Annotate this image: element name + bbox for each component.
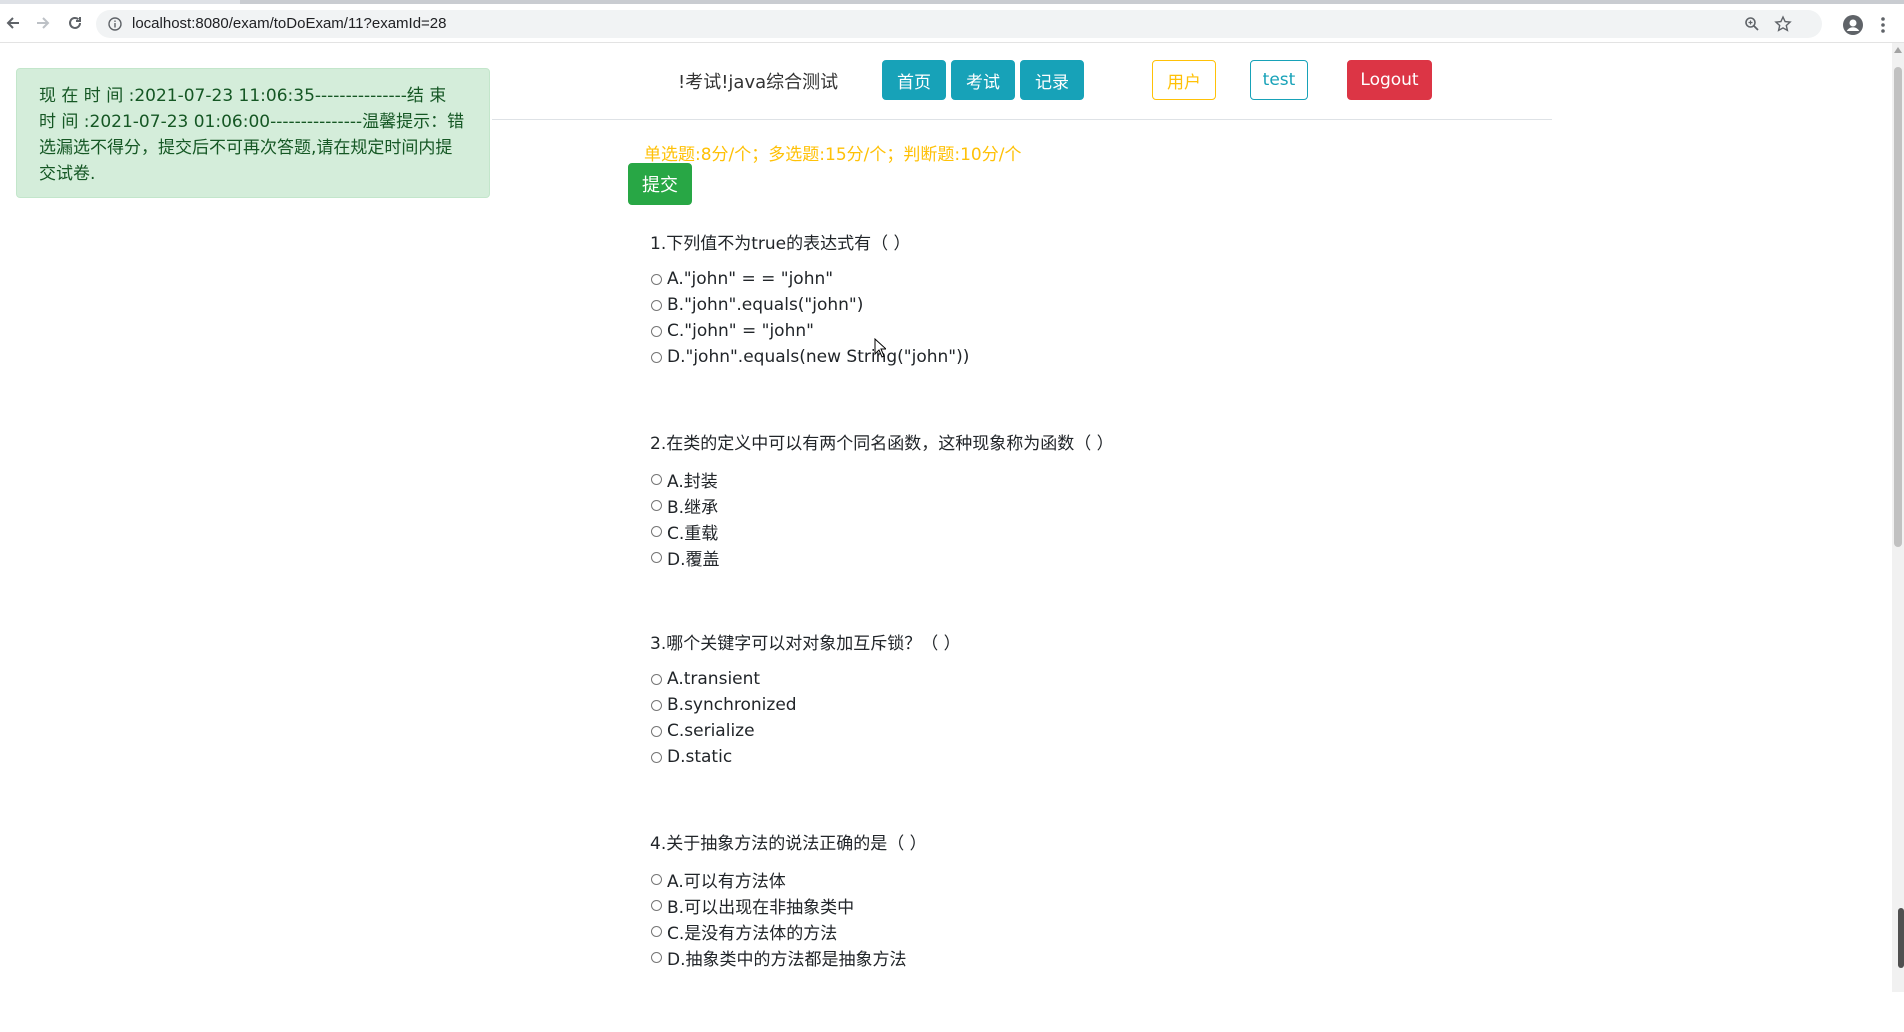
nav-user-button[interactable]: 用户	[1152, 60, 1216, 100]
forward-button[interactable]	[30, 10, 56, 36]
option-1a[interactable]: A."john" = = "john"	[650, 266, 1550, 292]
option-4b[interactable]: B.可以出现在非抽象类中	[650, 892, 1550, 918]
option-label: B.synchronized	[667, 695, 797, 715]
radio-button[interactable]	[651, 351, 662, 363]
radio-button[interactable]	[651, 899, 662, 911]
option-3d[interactable]: D.static	[650, 744, 1550, 770]
scroll-thumb[interactable]	[1894, 67, 1902, 547]
question-text: 2.在类的定义中可以有两个同名函数，这种现象称为函数（ ）	[650, 434, 1114, 454]
address-bar[interactable]: localhost:8080/exam/toDoExam/11?examId=2…	[96, 10, 1822, 38]
option-label: A.可以有方法体	[667, 871, 786, 892]
radio-button[interactable]	[651, 673, 662, 685]
option-3a[interactable]: A.transient	[650, 666, 1550, 692]
radio-button[interactable]	[651, 551, 662, 563]
radio-button[interactable]	[651, 725, 662, 737]
option-4a[interactable]: A.可以有方法体	[650, 866, 1550, 892]
radio-button[interactable]	[651, 951, 662, 963]
exam-title: !考试!java综合测试	[678, 72, 839, 93]
scroll-up-arrow-icon[interactable]	[1894, 47, 1902, 53]
option-4d[interactable]: D.抽象类中的方法都是抽象方法	[650, 944, 1550, 970]
option-1b[interactable]: B."john".equals("john")	[650, 292, 1550, 318]
time-notice-alert: 现 在 时 间 :2021-07-23 11:06:35------------…	[16, 68, 490, 198]
nav-records-button[interactable]: 记录	[1020, 60, 1084, 100]
time-notice-text: 现 在 时 间 :2021-07-23 11:06:35------------…	[39, 86, 465, 184]
option-label: B.可以出现在非抽象类中	[667, 897, 855, 918]
zoom-icon[interactable]	[1744, 16, 1760, 32]
option-label: C.serialize	[667, 721, 755, 741]
test-user-button[interactable]: test	[1250, 60, 1308, 100]
radio-button[interactable]	[651, 925, 662, 937]
header-divider	[492, 119, 1552, 120]
option-1c[interactable]: C."john" = "john"	[650, 318, 1550, 344]
option-label: B."john".equals("john")	[667, 295, 864, 315]
option-label: C."john" = "john"	[667, 321, 814, 341]
page-scrollbar[interactable]	[1892, 43, 1904, 992]
score-rules-text: 单选题:8分/个；多选题:15分/个；判断题:10分/个	[644, 145, 1022, 165]
back-button[interactable]	[0, 10, 26, 36]
radio-button[interactable]	[651, 325, 662, 337]
option-1d[interactable]: D."john".equals(new String("john"))	[650, 344, 1550, 370]
url-text[interactable]: localhost:8080/exam/toDoExam/11?examId=2…	[132, 15, 447, 32]
option-3b[interactable]: B.synchronized	[650, 692, 1550, 718]
option-label: C.是没有方法体的方法	[667, 923, 838, 944]
browser-toolbar: localhost:8080/exam/toDoExam/11?examId=2…	[0, 4, 1904, 43]
info-icon[interactable]	[108, 17, 122, 31]
profile-avatar-icon[interactable]	[1843, 15, 1863, 35]
option-4c[interactable]: C.是没有方法体的方法	[650, 918, 1550, 944]
question-text: 4.关于抽象方法的说法正确的是（ ）	[650, 834, 927, 854]
question-text: 1.下列值不为true的表达式有（ ）	[650, 234, 911, 254]
radio-button[interactable]	[651, 873, 662, 885]
reload-icon	[69, 16, 81, 29]
back-arrow-icon	[6, 17, 19, 29]
radio-button[interactable]	[651, 499, 662, 511]
option-label: D.static	[667, 747, 733, 767]
reload-button[interactable]	[62, 10, 88, 36]
question-1: 1.下列值不为true的表达式有（ ） A."john" = = "john" …	[650, 232, 1550, 432]
option-2b[interactable]: B.继承	[650, 492, 1550, 518]
submit-exam-button[interactable]: 提交	[628, 163, 692, 205]
question-3: 3.哪个关键字可以对对象加互斥锁？（ ） A.transient B.synch…	[650, 632, 1550, 832]
logout-button[interactable]: Logout	[1347, 60, 1432, 100]
option-label: A.transient	[667, 669, 761, 689]
bookmark-star-icon[interactable]	[1774, 15, 1792, 33]
mouse-cursor-icon	[874, 338, 886, 358]
radio-button[interactable]	[651, 299, 662, 311]
kebab-menu-icon[interactable]	[1880, 16, 1886, 34]
question-list: 1.下列值不为true的表达式有（ ） A."john" = = "john" …	[650, 232, 1550, 1032]
radio-button[interactable]	[651, 699, 662, 711]
side-handle[interactable]	[1898, 908, 1904, 968]
option-label: D.覆盖	[667, 549, 720, 570]
nav-exam-button[interactable]: 考试	[951, 60, 1015, 100]
forward-arrow-icon	[37, 17, 50, 29]
question-4: 4.关于抽象方法的说法正确的是（ ） A.可以有方法体 B.可以出现在非抽象类中…	[650, 832, 1550, 1032]
option-label: B.继承	[667, 497, 719, 518]
radio-button[interactable]	[651, 473, 662, 485]
option-label: D.抽象类中的方法都是抽象方法	[667, 949, 907, 970]
option-3c[interactable]: C.serialize	[650, 718, 1550, 744]
option-label: C.重载	[667, 523, 719, 544]
option-label: A.封装	[667, 471, 718, 492]
option-2a[interactable]: A.封装	[650, 466, 1550, 492]
question-2: 2.在类的定义中可以有两个同名函数，这种现象称为函数（ ） A.封装 B.继承 …	[650, 432, 1550, 632]
option-label: D."john".equals(new String("john"))	[667, 347, 970, 367]
radio-button[interactable]	[651, 751, 662, 763]
question-text: 3.哪个关键字可以对对象加互斥锁？（ ）	[650, 634, 961, 654]
nav-home-button[interactable]: 首页	[882, 60, 946, 100]
option-2d[interactable]: D.覆盖	[650, 544, 1550, 570]
option-2c[interactable]: C.重载	[650, 518, 1550, 544]
option-label: A."john" = = "john"	[667, 269, 834, 289]
radio-button[interactable]	[651, 525, 662, 537]
radio-button[interactable]	[651, 273, 662, 285]
